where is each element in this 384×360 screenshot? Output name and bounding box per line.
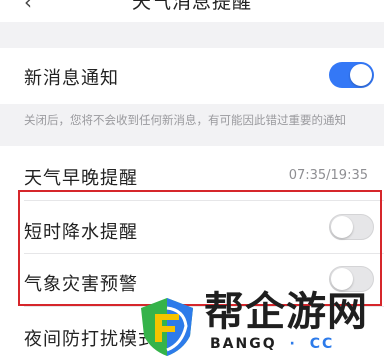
new-message-label: 新消息通知 [24, 68, 119, 89]
new-message-toggle[interactable] [329, 62, 374, 88]
notification-note: 关闭后，您将不会收到任何新消息，有可能因此错过重要的通知 [0, 104, 384, 146]
watermark-title: 帮企游网 [204, 289, 368, 335]
note-text: 关闭后，您将不会收到任何新消息，有可能因此错过重要的通知 [24, 113, 346, 127]
watermark-sub-dot: · [289, 336, 297, 352]
new-message-row: 新消息通知 [0, 48, 384, 104]
weather-reminder-label: 天气早晚提醒 [24, 168, 138, 189]
watermark-sub-cc: CC [309, 336, 335, 352]
watermark-sub-text: BANGQ [210, 336, 277, 352]
watermark-logo-icon [141, 298, 193, 356]
toggle-knob [350, 64, 372, 86]
watermark-sub: BANGQ · CC [210, 336, 334, 352]
nav-header: ‹ 天气消息提醒 [0, 0, 384, 22]
weather-reminder-time: 07:35/19:35 [288, 168, 368, 183]
page-title: 天气消息提醒 [131, 0, 252, 13]
